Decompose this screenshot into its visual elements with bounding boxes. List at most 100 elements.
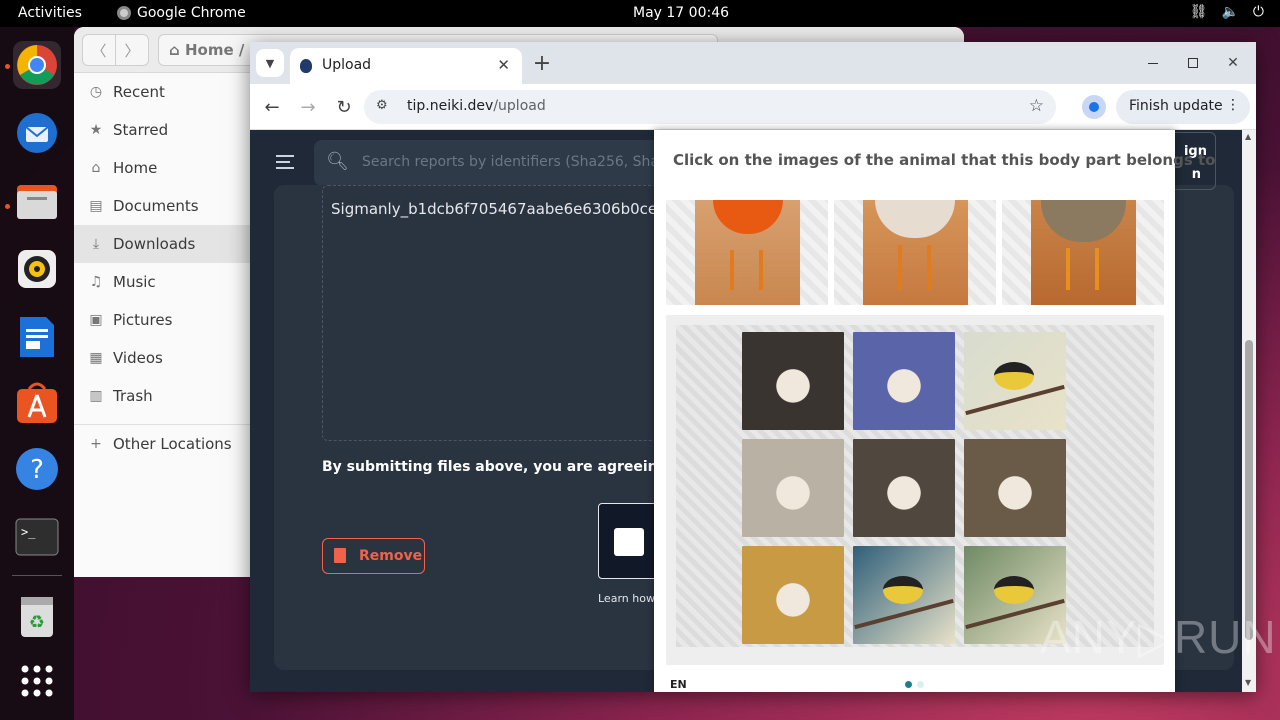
reload-icon: ↻ <box>336 96 352 118</box>
path-home[interactable]: Home <box>185 41 234 59</box>
home-icon: ⌂ <box>169 41 180 59</box>
svg-text:?: ? <box>30 455 44 485</box>
anyrun-watermark: ANY▷RUN <box>1040 611 1277 663</box>
bookmark-star-icon[interactable]: ☆ <box>1029 96 1044 116</box>
sidebar-item-label: Videos <box>113 349 163 367</box>
app-name: Google Chrome <box>137 5 246 21</box>
captcha-tile-cat[interactable] <box>853 439 955 537</box>
download-icon: ⤓ <box>92 236 100 252</box>
video-icon: ▦ <box>89 350 103 366</box>
sidebar-item-starred[interactable]: ★ Starred <box>74 111 250 149</box>
captcha-tile-cat[interactable] <box>853 332 955 430</box>
network-icon: ⛓ <box>1189 4 1208 20</box>
arrow-right-icon: → <box>300 96 316 118</box>
example-image-3 <box>1002 200 1164 305</box>
dock-terminal[interactable]: >_ <box>13 513 61 561</box>
file-name: Sigmanly_b1dcb6f705467aabe6e6306b0ce <box>331 200 658 218</box>
sidebar-item-label: Other Locations <box>113 434 232 453</box>
scroll-down-icon[interactable]: ▼ <box>1245 678 1251 687</box>
folder-icon <box>17 185 57 219</box>
dock-files[interactable] <box>13 177 61 225</box>
captcha-tile-bird[interactable] <box>964 332 1066 430</box>
address-bar[interactable]: ⚙ tip.neiki.dev/upload ☆ <box>364 90 1056 124</box>
sidebar-item-videos[interactable]: ▦ Videos <box>74 339 250 377</box>
chrome-icon <box>17 45 57 85</box>
learn-how-text[interactable]: Learn how <box>598 592 655 605</box>
progress-dot <box>917 681 924 688</box>
chrome-icon <box>117 6 131 20</box>
dock-thunderbird[interactable] <box>13 109 61 157</box>
reload-button[interactable]: ↻ <box>330 93 358 121</box>
chevron-right-icon: 〉 <box>124 41 140 60</box>
scroll-up-icon[interactable]: ▲ <box>1245 132 1251 141</box>
site-info-icon[interactable]: ⚙ <box>376 98 388 113</box>
system-tray[interactable]: ⛓ 🔈 ⏻ <box>1190 4 1264 20</box>
maximize-icon <box>1188 58 1198 68</box>
file-dropzone[interactable]: Sigmanly_b1dcb6f705467aabe6e6306b0ce <box>322 185 702 441</box>
dock-app-center[interactable] <box>13 379 61 427</box>
sidebar-item-downloads[interactable]: ⤓ Downloads <box>74 225 250 263</box>
sidebar-item-recent[interactable]: ◷ Recent <box>74 73 250 111</box>
sidebar-item-label: Pictures <box>113 311 173 329</box>
arrow-left-icon: ← <box>264 96 280 118</box>
rhythmbox-icon <box>18 250 56 288</box>
back-button[interactable]: 〈 <box>82 34 116 66</box>
captcha-tile-cat[interactable] <box>742 332 844 430</box>
dock: ? >_ ♻ <box>0 27 74 720</box>
url-text: tip.neiki.dev/upload <box>407 98 546 114</box>
close-tab-icon[interactable]: ✕ <box>497 56 510 74</box>
finish-update-button[interactable]: Finish update ⋮ <box>1116 90 1250 124</box>
sidebar-item-trash[interactable]: ▥ Trash <box>74 377 250 415</box>
trash-icon <box>334 548 346 563</box>
dock-trash[interactable]: ♻ <box>13 593 61 641</box>
sidebar-item-label: Recent <box>113 83 165 101</box>
sidebar-item-home[interactable]: ⌂ Home <box>74 149 250 187</box>
profile-avatar[interactable] <box>1082 95 1106 119</box>
svg-text:>_: >_ <box>21 525 36 539</box>
tab-title: Upload <box>322 57 372 73</box>
writer-icon <box>20 317 54 357</box>
forward-nav-button[interactable]: → <box>294 93 322 121</box>
sidebar-item-label: Documents <box>113 197 199 215</box>
sidebar-item-label: Starred <box>113 121 169 139</box>
tab-upload[interactable]: Upload ✕ <box>290 48 522 84</box>
music-icon: ♫ <box>89 274 103 290</box>
forward-button[interactable]: 〉 <box>115 34 149 66</box>
close-window-button[interactable]: ✕ <box>1219 49 1247 77</box>
dock-writer[interactable] <box>13 313 61 361</box>
thunderbird-icon <box>17 113 57 153</box>
dock-help[interactable]: ? <box>13 445 61 493</box>
remove-button[interactable]: Remove <box>322 538 425 574</box>
person-icon <box>1089 102 1099 112</box>
tab-search-button[interactable]: ▼ <box>256 49 284 77</box>
captcha-tile-cat[interactable] <box>742 546 844 644</box>
clock[interactable]: May 17 00:46 <box>633 5 729 21</box>
sidebar-item-documents[interactable]: ▤ Documents <box>74 187 250 225</box>
page-content: 🔍︎ Search reports by identifiers (Sha256… <box>250 130 1256 692</box>
dock-chrome[interactable] <box>13 41 61 89</box>
sidebar-item-other-locations[interactable]: + Other Locations <box>74 424 250 462</box>
sidebar-item-pictures[interactable]: ▣ Pictures <box>74 301 250 339</box>
report-search-bar[interactable]: 🔍︎ Search reports by identifiers (Sha256… <box>314 140 674 186</box>
scrollbar-thumb[interactable] <box>1245 340 1253 640</box>
app-center-icon <box>17 382 57 423</box>
new-tab-button[interactable]: + <box>528 49 556 77</box>
activities-button[interactable]: Activities <box>18 5 82 21</box>
captcha-tile-cat[interactable] <box>742 439 844 537</box>
plus-icon: + <box>90 435 102 452</box>
language-selector[interactable]: EN <box>670 678 687 691</box>
back-nav-button[interactable]: ← <box>258 93 286 121</box>
maximize-button[interactable] <box>1179 49 1207 77</box>
show-apps-button[interactable] <box>13 657 61 705</box>
volume-icon: 🔈 <box>1221 4 1239 20</box>
page-scrollbar[interactable]: ▲ ▼ <box>1242 130 1256 692</box>
app-menu[interactable]: Google Chrome <box>117 5 246 21</box>
sidebar-item-music[interactable]: ♫ Music <box>74 263 250 301</box>
minimize-button[interactable] <box>1139 49 1167 77</box>
hamburger-menu-icon[interactable] <box>276 155 294 169</box>
captcha-tile-bird[interactable] <box>853 546 955 644</box>
progress-dot-active <box>905 681 912 688</box>
url-path: /upload <box>493 98 546 114</box>
dock-rhythmbox[interactable] <box>13 245 61 293</box>
captcha-tile-cat[interactable] <box>964 439 1066 537</box>
